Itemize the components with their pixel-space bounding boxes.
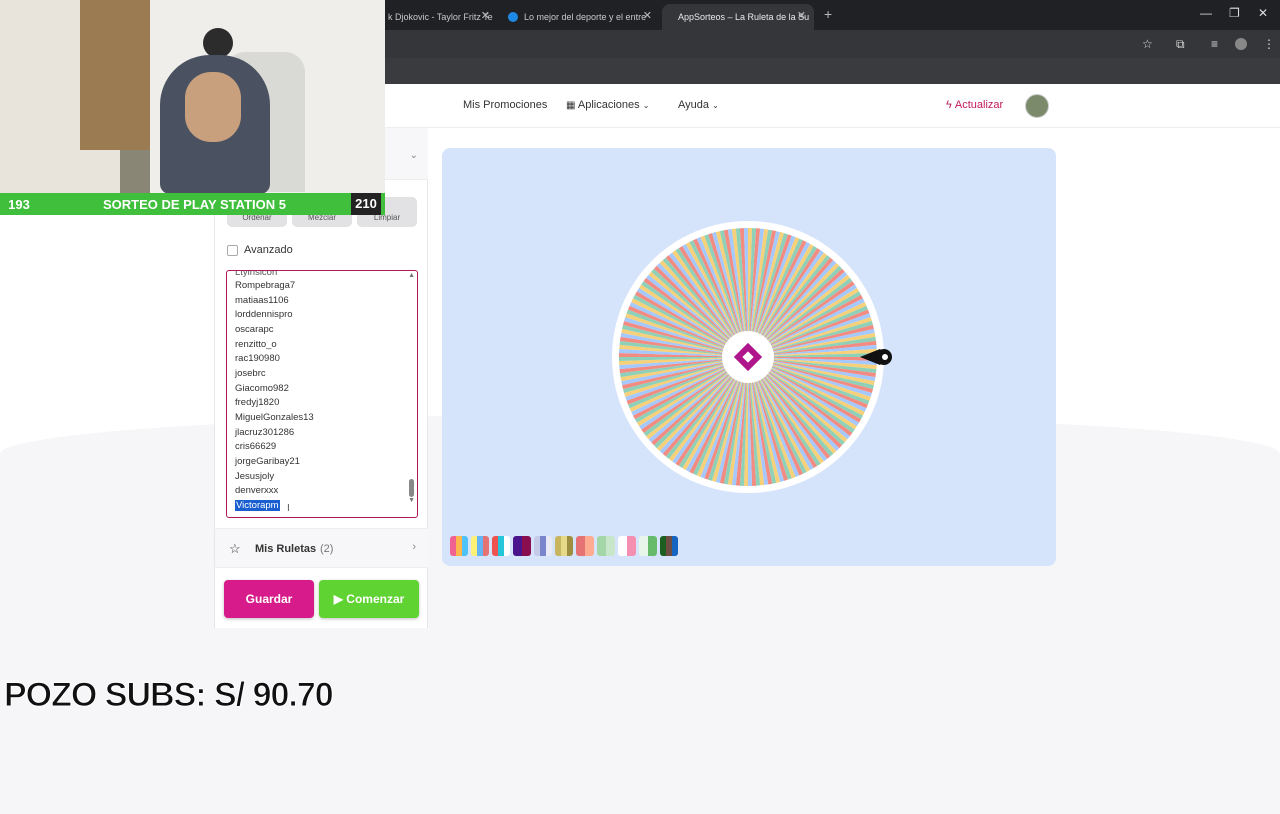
palette-swatch[interactable] <box>471 536 489 556</box>
tab-title: Lo mejor del deporte y el entre <box>524 12 647 22</box>
advanced-toggle[interactable]: Avanzado <box>227 244 293 256</box>
door-shape <box>80 0 150 150</box>
palette-swatch[interactable] <box>639 536 657 556</box>
list-item: rac190980 <box>235 353 280 364</box>
list-item-partial: Ltyinsicon <box>235 270 278 278</box>
update-button[interactable]: ϟ Actualizar <box>946 99 1003 111</box>
palette-swatch[interactable] <box>492 536 510 556</box>
clock-shape <box>203 28 233 58</box>
right-counter: 210 <box>351 193 381 215</box>
save-button[interactable]: Guardar <box>224 580 314 618</box>
list-item: matiaas1106 <box>235 295 289 306</box>
nav-help-label: Ayuda <box>678 99 709 111</box>
star-icon: ☆ <box>229 541 241 556</box>
raffle-banner: 193 SORTEO DE PLAY STATION 5 210 <box>0 193 385 215</box>
advanced-label: Avanzado <box>244 244 293 256</box>
nav-promotions[interactable]: Mis Promociones <box>463 99 547 111</box>
profile-icon[interactable] <box>1235 38 1247 50</box>
wheel-area <box>442 148 1056 566</box>
pozo-overlay: POZO SUBS: S/ 90.70 <box>4 676 335 715</box>
new-tab-icon[interactable]: + <box>824 6 832 22</box>
avatar[interactable] <box>1025 94 1049 118</box>
play-icon: ▶ <box>333 592 343 606</box>
face-shape <box>185 72 241 142</box>
chevron-down-icon: ⌄ <box>712 101 719 110</box>
list-item: Jesusjoly <box>235 471 275 482</box>
scrollbar-thumb[interactable] <box>409 479 414 497</box>
palette-swatch[interactable] <box>660 536 678 556</box>
my-wheels-count: (2) <box>320 543 334 555</box>
list-item: MiguelGonzales13 <box>235 412 314 423</box>
palette-swatch[interactable] <box>597 536 615 556</box>
palette-selector[interactable] <box>450 536 678 556</box>
list-item: cris66629 <box>235 441 277 452</box>
media-icon[interactable]: ≡ <box>1211 37 1218 51</box>
list-item: lorddennispro <box>235 309 293 320</box>
scroll-up-icon[interactable]: ▲ <box>408 272 415 279</box>
close-icon[interactable]: ✕ <box>481 9 490 22</box>
tab-djokovic[interactable]: k Djokovic - Taylor Fritz Te ✕ <box>378 4 498 30</box>
extensions-icon[interactable]: ⧉ <box>1176 37 1185 52</box>
close-icon[interactable]: ✕ <box>643 9 652 22</box>
text-cursor-icon: I <box>287 503 290 514</box>
scroll-down-icon[interactable]: ▼ <box>408 497 415 504</box>
list-item: jorgeGaribay21 <box>235 456 300 467</box>
nav-help[interactable]: Ayuda ⌄ <box>678 99 719 111</box>
raffle-title: SORTEO DE PLAY STATION 5 <box>103 196 286 212</box>
list-item: oscarapc <box>235 324 274 335</box>
tab-deporte[interactable]: Lo mejor del deporte y el entre ✕ <box>498 4 660 30</box>
palette-swatch[interactable] <box>618 536 636 556</box>
nav-apps-label: Aplicaciones <box>577 99 640 111</box>
chevron-down-icon: ⌄ <box>642 101 650 110</box>
maximize-icon[interactable]: ❐ <box>1229 6 1240 20</box>
start-button[interactable]: ▶ Comenzar <box>319 580 419 618</box>
tab-appsorteos[interactable]: AppSorteos – La Ruleta de la Su ✕ <box>662 4 814 30</box>
palette-swatch[interactable] <box>576 536 594 556</box>
start-label: Comenzar <box>346 592 405 606</box>
minimize-icon[interactable]: — <box>1200 6 1212 20</box>
tab-title: k Djokovic - Taylor Fritz Te <box>388 12 493 22</box>
list-item: josebrc <box>235 368 266 379</box>
chevron-down-icon: ⌄ <box>409 150 418 161</box>
chevron-right-icon: › <box>412 541 416 553</box>
webcam-overlay <box>0 0 385 194</box>
star-icon[interactable]: ☆ <box>1142 37 1153 51</box>
list-item: renzitto_o <box>235 339 277 350</box>
close-icon[interactable]: ✕ <box>797 9 806 22</box>
left-counter: 193 <box>8 196 30 212</box>
wheel[interactable] <box>442 148 1056 538</box>
close-window-icon[interactable]: ✕ <box>1258 6 1268 20</box>
nav-apps[interactable]: ▦ Aplicaciones ⌄ <box>566 99 649 111</box>
tab-title: AppSorteos – La Ruleta de la Su <box>678 12 810 22</box>
advanced-checkbox[interactable] <box>227 244 238 256</box>
palette-swatch[interactable] <box>555 536 573 556</box>
update-label: Actualizar <box>954 99 1004 111</box>
list-item: Giacomo982 <box>235 383 289 394</box>
palette-swatch[interactable] <box>450 536 468 556</box>
list-item: fredyj1820 <box>235 397 280 408</box>
list-item: jlacruz301286 <box>235 427 295 438</box>
list-item: Rompebraga7 <box>235 280 296 291</box>
menu-icon[interactable]: ⋮ <box>1263 37 1275 51</box>
bolt-icon: ϟ <box>946 99 952 111</box>
favicon-icon <box>508 12 518 22</box>
my-wheels-label: Mis Ruletas <box>255 543 317 555</box>
grid-icon: ▦ <box>566 100 576 111</box>
list-item-selected: Victorapm <box>235 500 280 511</box>
palette-swatch[interactable] <box>513 536 531 556</box>
my-wheels-row[interactable]: ☆ Mis Ruletas (2) › <box>215 528 428 568</box>
entries-textarea[interactable]: Ltyinsicon Rompebraga7 matiaas1106 lordd… <box>226 270 418 518</box>
list-item: denverxxx <box>235 485 279 496</box>
palette-swatch[interactable] <box>534 536 552 556</box>
